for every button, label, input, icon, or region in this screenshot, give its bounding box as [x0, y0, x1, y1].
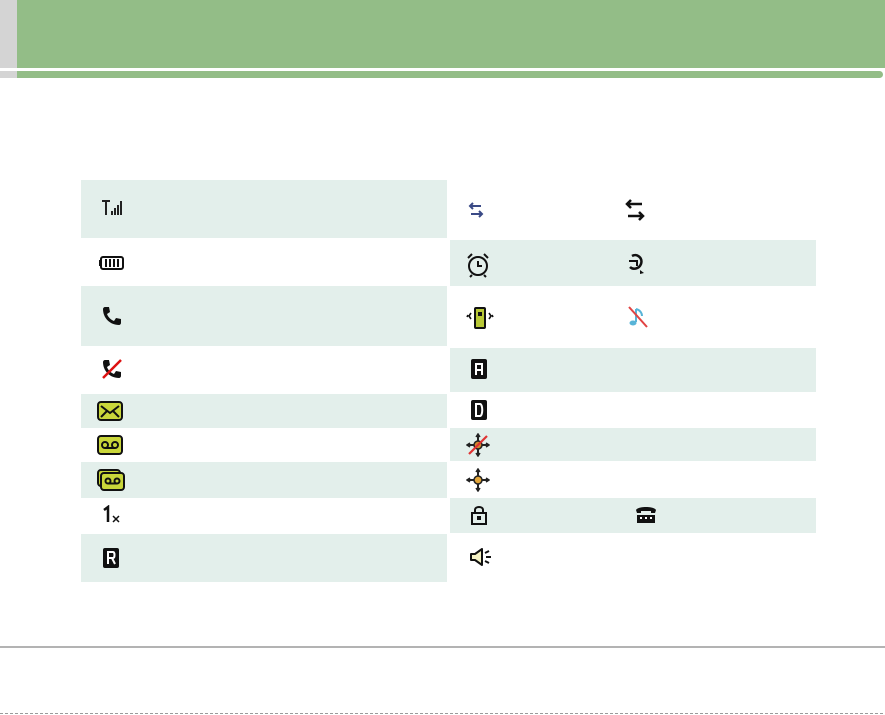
digital-mode-icon [470, 399, 488, 421]
header-tab [0, 0, 17, 68]
signal-strength-icon [101, 199, 125, 217]
table-row [81, 534, 447, 582]
footer-rule [0, 646, 885, 648]
table-row [81, 238, 447, 286]
table-row [81, 394, 447, 428]
table-row [450, 533, 816, 583]
call-in-progress-icon [101, 305, 123, 327]
table-row [81, 346, 447, 394]
roaming-icon [102, 547, 120, 569]
1x-service-icon [102, 505, 122, 525]
table-row [450, 428, 816, 461]
header-rule-accent [0, 71, 17, 78]
location-on-icon [466, 468, 490, 492]
silent-mode-icon [627, 305, 649, 329]
call-forward-icon [626, 253, 646, 275]
header-rule [17, 71, 883, 78]
tty-icon [634, 505, 658, 525]
table-row [450, 392, 816, 428]
new-voicemail-icon [97, 435, 123, 455]
page-edge-rule [0, 713, 885, 714]
table-row [81, 180, 447, 238]
vibrate-mode-icon [466, 306, 494, 330]
speakerphone-icon [469, 546, 495, 568]
new-text-message-icon [97, 401, 123, 421]
table-row [450, 498, 816, 533]
no-service-icon [101, 358, 123, 380]
header-band [0, 0, 885, 68]
location-off-icon [466, 433, 490, 457]
table-row [81, 462, 447, 498]
table-row [450, 348, 816, 392]
lock-icon [469, 504, 489, 526]
battery-icon [99, 255, 125, 271]
data-dormant-icon [624, 197, 646, 223]
table-row [81, 428, 447, 462]
text-and-voicemail-icon [97, 469, 125, 491]
data-transfer-icon [467, 200, 485, 220]
alarm-clock-icon [465, 252, 491, 278]
table-row [81, 286, 447, 346]
table-row [81, 498, 447, 534]
auto-answer-icon [470, 358, 488, 380]
table-row [450, 461, 816, 498]
